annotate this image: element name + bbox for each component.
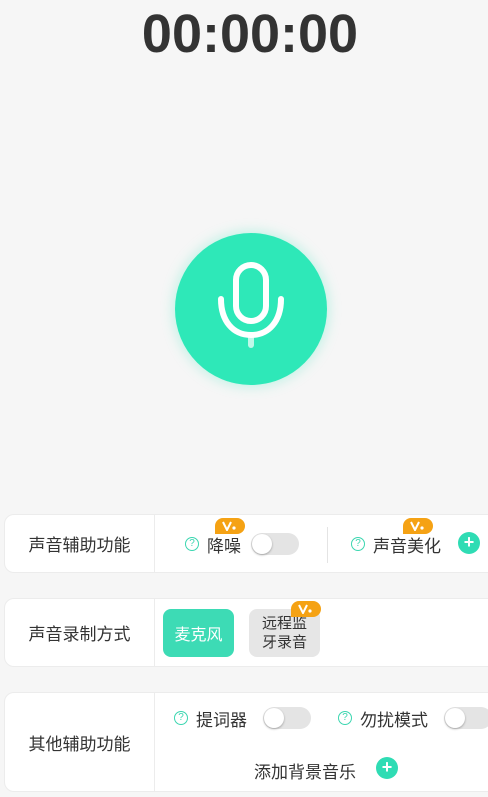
noise-reduction-help-icon[interactable]: ? [185,537,199,551]
background-music-add-icon[interactable]: + [376,757,398,779]
voice-beautify-add-icon[interactable]: + [458,532,480,554]
do-not-disturb-toggle[interactable] [444,707,488,729]
remote-bluetooth-label-line2: 牙录音 [261,633,307,651]
record-mode-options: 麦克风 远程监 牙录音 [155,599,488,666]
card-divider [327,527,328,563]
sound-assist-label: 声音辅助功能 [5,515,155,572]
teleprompter-label: 提词器 [196,711,247,731]
microphone-mode-label: 麦克风 [174,625,223,644]
other-assist-card: 其他辅助功能 ? 提词器 ? 勿扰模式 添加背景音乐 + [4,692,488,792]
teleprompter-help-icon[interactable]: ? [174,711,188,725]
voice-beautify-label: 声音美化 [373,537,441,557]
toggle-knob [445,708,465,728]
other-assist-label: 其他辅助功能 [5,693,155,791]
voice-beautify-help-icon[interactable]: ? [351,537,365,551]
do-not-disturb-help-icon[interactable]: ? [338,711,352,725]
record-mode-label: 声音录制方式 [5,599,155,666]
record-mode-card: 声音录制方式 麦克风 远程监 牙录音 [4,598,488,667]
voice-beautify-vip-badge-icon [403,518,433,534]
background-music-label[interactable]: 添加背景音乐 [254,758,356,783]
record-button[interactable] [175,233,327,385]
other-assist-options: ? 提词器 ? 勿扰模式 添加背景音乐 + [155,693,488,791]
remote-bluetooth-vip-badge-icon [291,601,321,617]
toggle-knob [252,534,272,554]
teleprompter-toggle[interactable] [263,707,311,729]
noise-reduction-toggle[interactable] [251,533,299,555]
recording-timer: 00:00:00 [141,4,359,64]
noise-reduction-label: 降噪 [207,537,241,557]
microphone-mode-button[interactable]: 麦克风 [163,609,234,657]
noise-reduction-vip-badge-icon [215,518,245,534]
do-not-disturb-label: 勿扰模式 [360,711,428,731]
microphone-icon [218,262,284,348]
toggle-knob [264,708,284,728]
sound-assist-options: ? 降噪 ? 声音美化 + [155,515,488,572]
sound-assist-card: 声音辅助功能 ? 降噪 ? 声音美化 + [4,514,488,573]
